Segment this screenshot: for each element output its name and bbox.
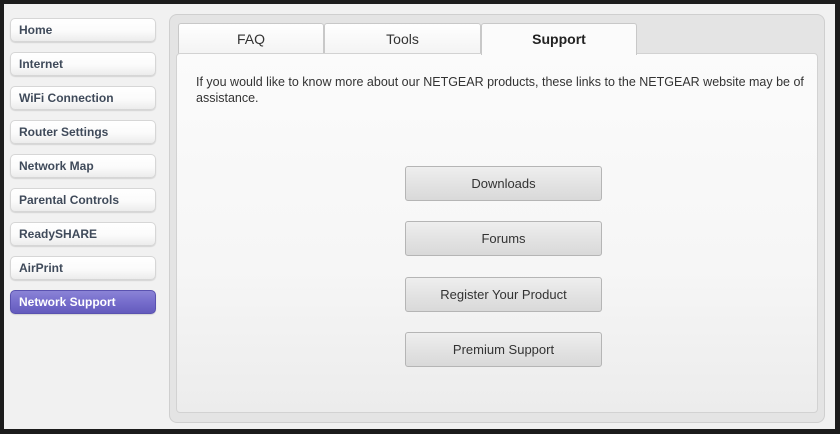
sidebar-item-wifi-connection[interactable]: WiFi Connection [10,86,156,110]
sidebar-item-internet[interactable]: Internet [10,52,156,76]
support-intro-text: If you would like to know more about our… [196,75,804,105]
sidebar-item-airprint[interactable]: AirPrint [10,256,156,280]
sidebar-item-network-support[interactable]: Network Support [10,290,156,314]
sidebar-item-home[interactable]: Home [10,18,156,42]
tab-faq[interactable]: FAQ [178,23,324,54]
sidebar-item-readyshare[interactable]: ReadySHARE [10,222,156,246]
sidebar-item-router-settings[interactable]: Router Settings [10,120,156,144]
downloads-button[interactable]: Downloads [405,166,602,201]
forums-button[interactable]: Forums [405,221,602,256]
tab-tools[interactable]: Tools [324,23,481,54]
register-product-button[interactable]: Register Your Product [405,277,602,312]
sidebar-item-network-map[interactable]: Network Map [10,154,156,178]
tab-support[interactable]: Support [481,23,637,55]
sidebar-item-parental-controls[interactable]: Parental Controls [10,188,156,212]
premium-support-button[interactable]: Premium Support [405,332,602,367]
